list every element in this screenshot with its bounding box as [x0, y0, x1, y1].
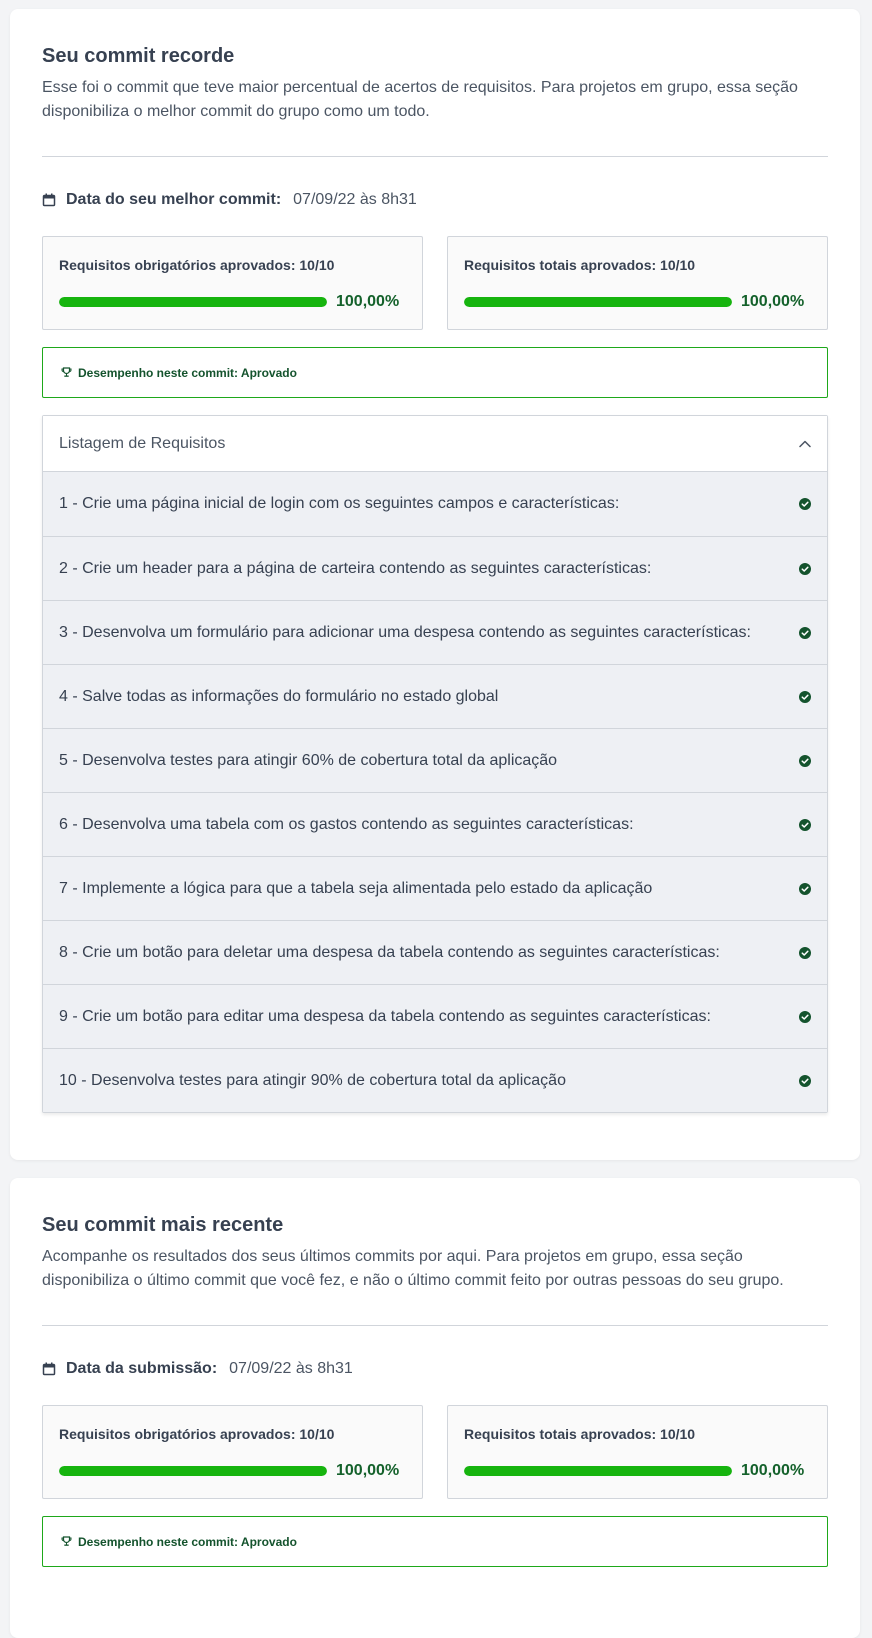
divider	[42, 1325, 828, 1326]
stats-row: Requisitos obrigatórios aprovados: 10/10…	[42, 236, 828, 330]
best-commit-card: Seu commit recorde Esse foi o commit que…	[10, 9, 860, 1160]
progress-fill	[59, 1466, 327, 1476]
check-circle-icon	[799, 946, 811, 959]
requirement-item: 10 - Desenvolva testes para atingir 90% …	[43, 1048, 827, 1112]
divider	[42, 156, 828, 157]
requirement-text: 4 - Salve todas as informações do formul…	[59, 687, 499, 705]
requirement-item: 9 - Crie um botão para editar uma despes…	[43, 984, 827, 1048]
check-circle-icon	[799, 818, 811, 831]
best-commit-date: Data do seu melhor commit: 07/09/22 às 8…	[42, 188, 828, 212]
performance-badge: Desempenho neste commit: Aprovado	[42, 347, 828, 398]
check-circle-icon	[799, 1074, 811, 1087]
progress-fill	[464, 1466, 732, 1476]
section-title: Seu commit recorde	[42, 45, 235, 67]
progress-fill	[59, 297, 327, 307]
mandatory-percentage: 100,00%	[336, 1462, 400, 1479]
recent-commit-card: Seu commit mais recente Acompanhe os res…	[10, 1178, 860, 1638]
trophy-icon	[61, 1536, 72, 1547]
total-progress-bar	[464, 1466, 732, 1476]
requirement-item: 4 - Salve todas as informações do formul…	[43, 664, 827, 728]
total-requirements-box: Requisitos totais aprovados: 10/10 100,0…	[447, 1405, 828, 1499]
trophy-icon	[61, 367, 72, 378]
total-progress-bar	[464, 297, 732, 307]
requirements-list: 1 - Crie uma página inicial de login com…	[43, 472, 827, 1112]
total-requirements-box: Requisitos totais aprovados: 10/10 100,0…	[447, 236, 828, 330]
requirement-text: 7 - Implemente a lógica para que a tabel…	[59, 879, 653, 897]
date-label: Data da submissão:	[66, 1360, 218, 1377]
chevron-up-icon	[799, 440, 811, 448]
check-circle-icon	[799, 1010, 811, 1023]
mandatory-requirements-box: Requisitos obrigatórios aprovados: 10/10…	[42, 236, 423, 330]
total-percentage: 100,00%	[741, 1462, 805, 1479]
requirement-text: 2 - Crie um header para a página de cart…	[59, 559, 652, 577]
requirements-accordion-header[interactable]: Listagem de Requisitos	[43, 416, 827, 472]
requirement-item: 7 - Implemente a lógica para que a tabel…	[43, 856, 827, 920]
requirement-text: 5 - Desenvolva testes para atingir 60% d…	[59, 751, 558, 769]
requirement-text: 10 - Desenvolva testes para atingir 90% …	[59, 1071, 566, 1089]
mandatory-requirements-label: Requisitos obrigatórios aprovados: 10/10	[59, 257, 335, 273]
performance-text: Desempenho neste commit: Aprovado	[78, 1534, 297, 1549]
requirement-item: 5 - Desenvolva testes para atingir 60% d…	[43, 728, 827, 792]
check-circle-icon	[799, 882, 811, 895]
stats-row: Requisitos obrigatórios aprovados: 10/10…	[42, 1405, 828, 1499]
check-circle-icon	[799, 498, 811, 510]
total-requirements-label: Requisitos totais aprovados: 10/10	[464, 257, 696, 273]
requirement-text: 6 - Desenvolva uma tabela com os gastos …	[59, 815, 634, 833]
requirement-item: 8 - Crie um botão para deletar uma despe…	[43, 920, 827, 984]
requirements-accordion-title: Listagem de Requisitos	[59, 434, 226, 452]
mandatory-requirements-box: Requisitos obrigatórios aprovados: 10/10…	[42, 1405, 423, 1499]
section-description: Acompanhe os resultados dos seus últimos…	[42, 1248, 784, 1289]
mandatory-percentage: 100,00%	[336, 293, 400, 310]
check-circle-icon	[799, 626, 811, 639]
total-requirements-label: Requisitos totais aprovados: 10/10	[464, 1426, 696, 1442]
requirement-item: 2 - Crie um header para a página de cart…	[43, 536, 827, 600]
mandatory-progress-bar	[59, 1466, 327, 1476]
requirement-text: 9 - Crie um botão para editar uma despes…	[59, 1007, 711, 1025]
date-value: 07/09/22 às 8h31	[229, 1360, 353, 1377]
calendar-icon	[42, 192, 58, 208]
total-percentage: 100,00%	[741, 293, 805, 310]
check-circle-icon	[799, 562, 811, 575]
requirement-item: 6 - Desenvolva uma tabela com os gastos …	[43, 792, 827, 856]
submission-date: Data da submissão: 07/09/22 às 8h31	[42, 1357, 828, 1381]
section-description: Esse foi o commit que teve maior percent…	[42, 79, 798, 120]
requirement-text: 8 - Crie um botão para deletar uma despe…	[59, 943, 720, 961]
date-label: Data do seu melhor commit:	[66, 191, 282, 208]
performance-badge: Desempenho neste commit: Aprovado	[42, 1516, 828, 1567]
check-circle-icon	[799, 754, 811, 767]
calendar-icon	[42, 1361, 58, 1377]
requirement-text: 3 - Desenvolva um formulário para adicio…	[59, 623, 751, 641]
performance-text: Desempenho neste commit: Aprovado	[78, 365, 297, 380]
check-circle-icon	[799, 690, 811, 703]
requirements-accordion: Listagem de Requisitos 1 - Crie uma pági…	[42, 415, 828, 1113]
progress-fill	[464, 297, 732, 307]
requirement-text: 1 - Crie uma página inicial de login com…	[59, 495, 620, 512]
date-value: 07/09/22 às 8h31	[293, 191, 417, 208]
mandatory-requirements-label: Requisitos obrigatórios aprovados: 10/10	[59, 1426, 335, 1442]
requirement-item: 1 - Crie uma página inicial de login com…	[43, 472, 827, 536]
mandatory-progress-bar	[59, 297, 327, 307]
requirement-item: 3 - Desenvolva um formulário para adicio…	[43, 600, 827, 664]
section-title: Seu commit mais recente	[42, 1214, 284, 1236]
